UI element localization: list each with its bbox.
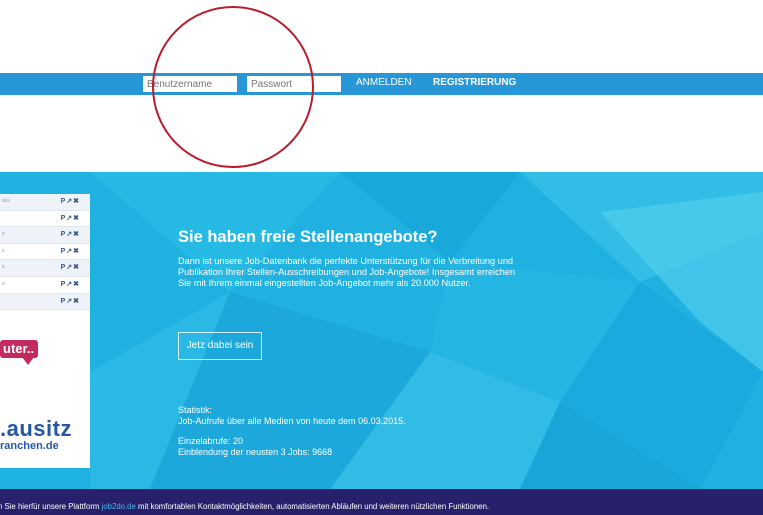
row-actions-icon[interactable]: P↗✖ — [61, 247, 80, 255]
row-actions-icon[interactable]: P↗✖ — [61, 263, 80, 271]
partner-logo-lausitz[interactable]: .ausitz ranchen.de — [0, 416, 72, 453]
partner-logo-title: .ausitz — [0, 416, 72, 441]
row-actions-icon[interactable]: P↗✖ — [61, 230, 80, 238]
footer-bar: n Sie hierfür unsere Plattform job2do.de… — [0, 489, 763, 515]
row-actions-icon[interactable]: P↗✖ — [61, 214, 80, 222]
password-input[interactable] — [247, 76, 341, 92]
hero-description: Dann ist unsere Job-Datenbank die perfek… — [178, 256, 516, 289]
row-actions-icon[interactable]: P↗✖ — [61, 297, 80, 305]
job-list-row[interactable]: küs P↗✖ — [0, 194, 90, 211]
partner-logo-subtitle: ranchen.de — [0, 440, 59, 452]
job-list-row[interactable]: P↗✖ — [0, 211, 90, 228]
stats-heading: Statistik: — [178, 405, 213, 415]
job-list-row[interactable]: s P↗✖ — [0, 260, 90, 277]
row-actions-icon[interactable]: P↗✖ — [61, 197, 80, 205]
job-row-label: s — [2, 247, 5, 254]
partner-logo-text: uter.. — [3, 341, 35, 356]
join-now-button[interactable]: Jetz dabei sein — [178, 332, 262, 360]
hero-section: küs P↗✖ P↗✖ s P↗✖ s P↗✖ s P↗✖ s P↗✖ P↗✖ uter.… — [0, 172, 763, 489]
stats-single-calls: Einzelabrufe: 20 — [178, 436, 244, 446]
job-row-label: küs — [2, 198, 10, 204]
job-list-row[interactable]: s P↗✖ — [0, 244, 90, 261]
job-list-row[interactable]: s P↗✖ — [0, 277, 90, 294]
footer-text-before: n Sie hierfür unsere Plattform — [0, 502, 102, 511]
footer-text: n Sie hierfür unsere Plattform job2do.de… — [0, 502, 489, 511]
login-button[interactable]: ANMELDEN — [356, 77, 412, 88]
job-row-label: s — [2, 280, 5, 287]
register-link[interactable]: REGISTRIERUNG — [433, 77, 516, 88]
row-actions-icon[interactable]: P↗✖ — [61, 280, 80, 288]
statistics-block: Statistik: Job-Aufrufe über alle Medien … — [178, 405, 406, 458]
job-list-row[interactable]: P↗✖ — [0, 293, 90, 311]
stats-newest-jobs: Einblendung der neusten 3 Jobs: 9668 — [178, 447, 333, 457]
job-row-label: s — [2, 231, 5, 238]
job-row-label: s — [2, 264, 5, 271]
username-input[interactable] — [143, 76, 237, 92]
partner-logo-speech-bubble[interactable]: uter.. — [0, 334, 50, 366]
job-list-row[interactable]: s P↗✖ — [0, 227, 90, 244]
hero-title: Sie haben freie Stellenangebote? — [178, 228, 438, 246]
job-list: küs P↗✖ P↗✖ s P↗✖ s P↗✖ s P↗✖ s P↗✖ P↗✖ — [0, 194, 90, 311]
top-login-bar: ANMELDEN REGISTRIERUNG — [0, 73, 763, 95]
footer-platform-link[interactable]: job2do.de — [102, 502, 136, 511]
stats-views: Job-Aufrufe über alle Medien von heute d… — [178, 416, 406, 426]
footer-text-after: mit komfortablen Kontaktmöglichkeiten, a… — [135, 502, 490, 511]
job-list-panel: küs P↗✖ P↗✖ s P↗✖ s P↗✖ s P↗✖ s P↗✖ P↗✖ uter.… — [0, 194, 90, 468]
